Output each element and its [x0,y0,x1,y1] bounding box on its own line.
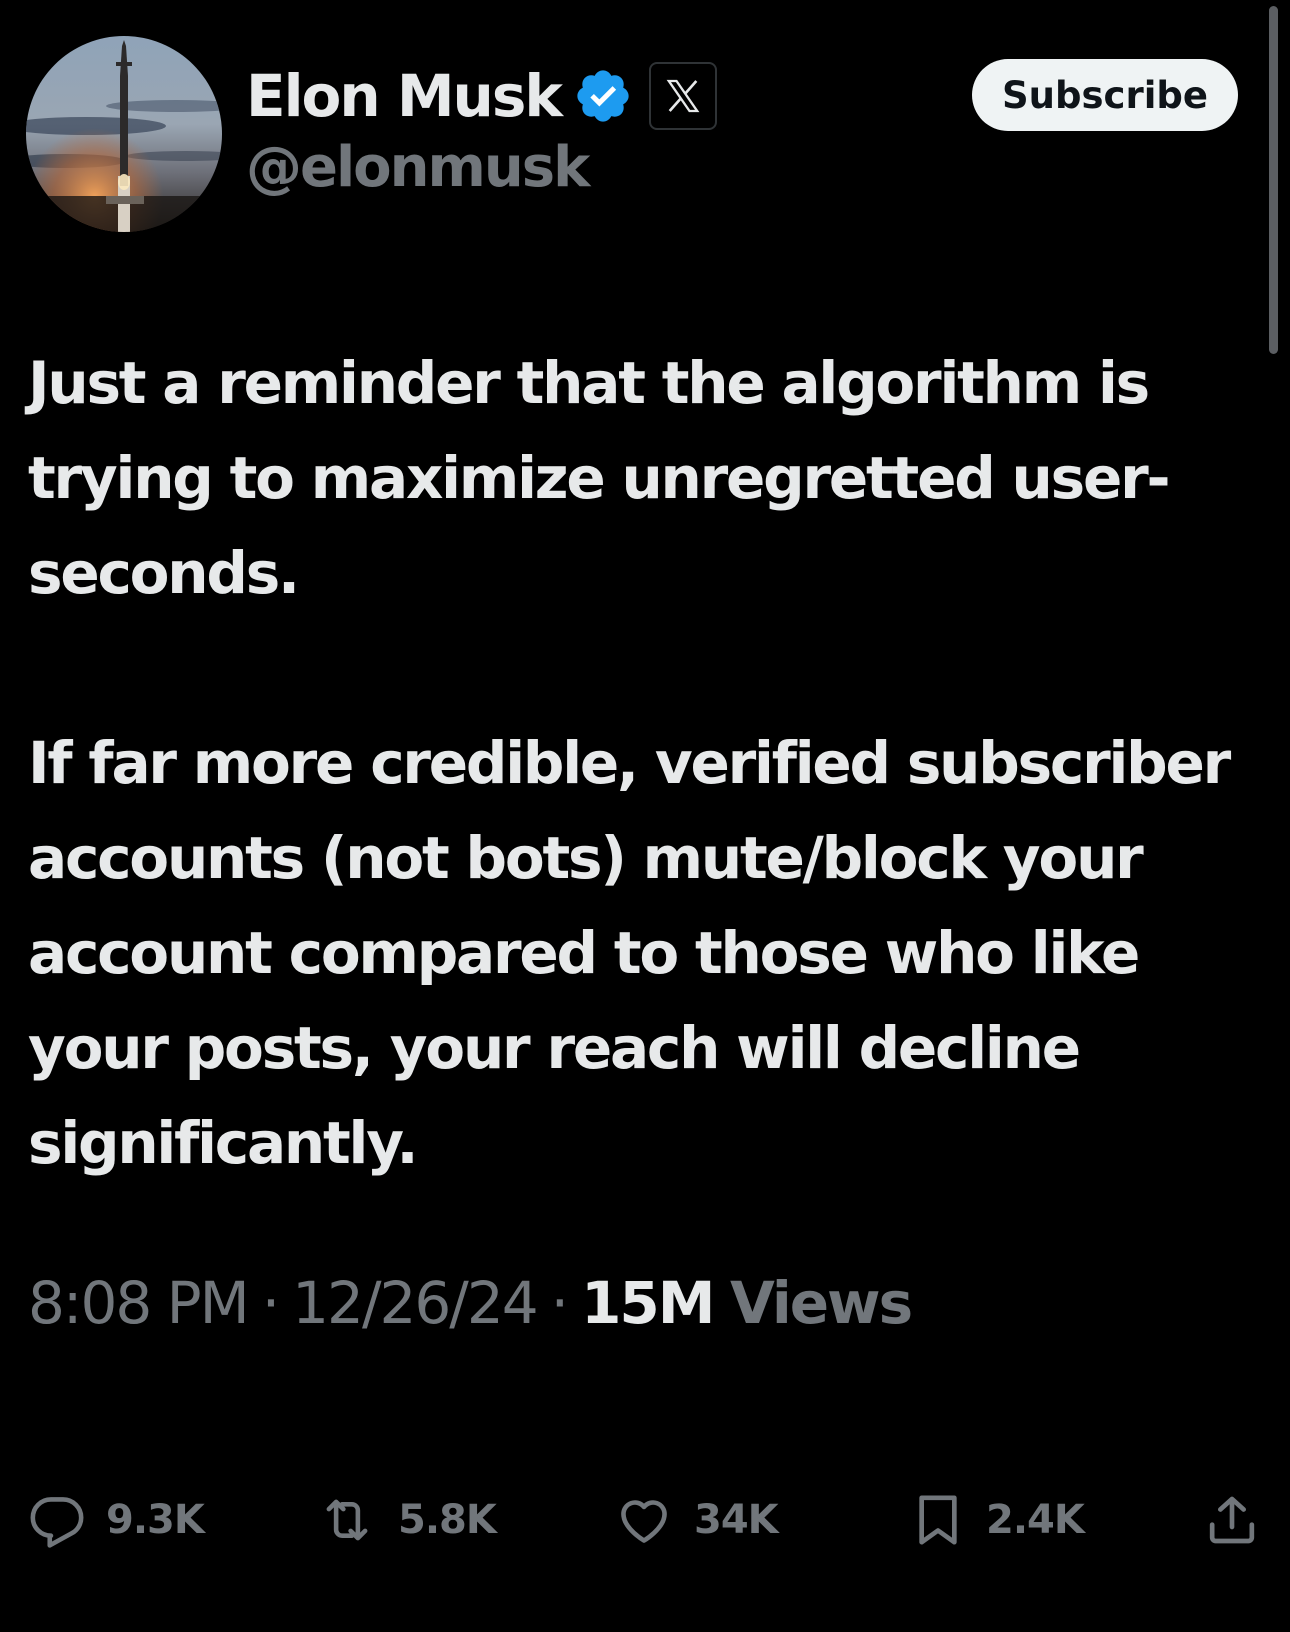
display-name[interactable]: Elon Musk [246,67,563,125]
tweet-paragraph: Just a reminder that the algorithm is tr… [28,349,1171,607]
bookmark-count: 2.4K [986,1497,1085,1543]
heart-icon [621,1500,667,1543]
action-bar: 9.3K 5.8K 34K 2.4K [0,1485,1290,1555]
rocket-launch-avatar [26,36,222,232]
repost-button[interactable]: 5.8K [316,1485,497,1555]
repost-count: 5.8K [398,1497,497,1543]
like-button[interactable]: 34K [614,1485,779,1555]
bookmark-icon [919,1495,957,1545]
x-logo-icon[interactable] [648,62,717,130]
tweet-header: Elon Musk @elonmusk Subscribe [0,0,1290,260]
verified-badge-icon[interactable] [573,66,633,126]
like-count: 34K [694,1497,779,1543]
repost-icon [326,1499,368,1541]
tweet-date[interactable]: 12/26/24 [292,1269,538,1337]
subscribe-button[interactable]: Subscribe [972,59,1238,131]
reply-icon [30,1497,84,1548]
separator-dot: · [261,1269,280,1337]
avatar[interactable] [26,36,222,232]
tweet-paragraph: If far more credible, verified subscribe… [28,729,1231,1177]
tweet-text: Just a reminder that the algorithm is tr… [28,336,1268,1191]
user-handle[interactable]: @elonmusk [246,140,590,196]
reply-count: 9.3K [106,1497,205,1543]
views-count[interactable]: 15M [581,1269,715,1337]
views-label: Views [729,1269,913,1337]
tweet-metadata: 8:08 PM · 12/26/24 · 15M Views [28,1274,913,1332]
tweet-time[interactable]: 8:08 PM [28,1269,250,1337]
bookmark-button[interactable]: 2.4K [910,1485,1085,1555]
share-button[interactable] [1204,1485,1260,1555]
share-icon [1209,1496,1255,1544]
separator-dot: · [550,1269,569,1337]
name-row: Elon Musk [246,58,717,134]
reply-button[interactable]: 9.3K [28,1485,205,1555]
